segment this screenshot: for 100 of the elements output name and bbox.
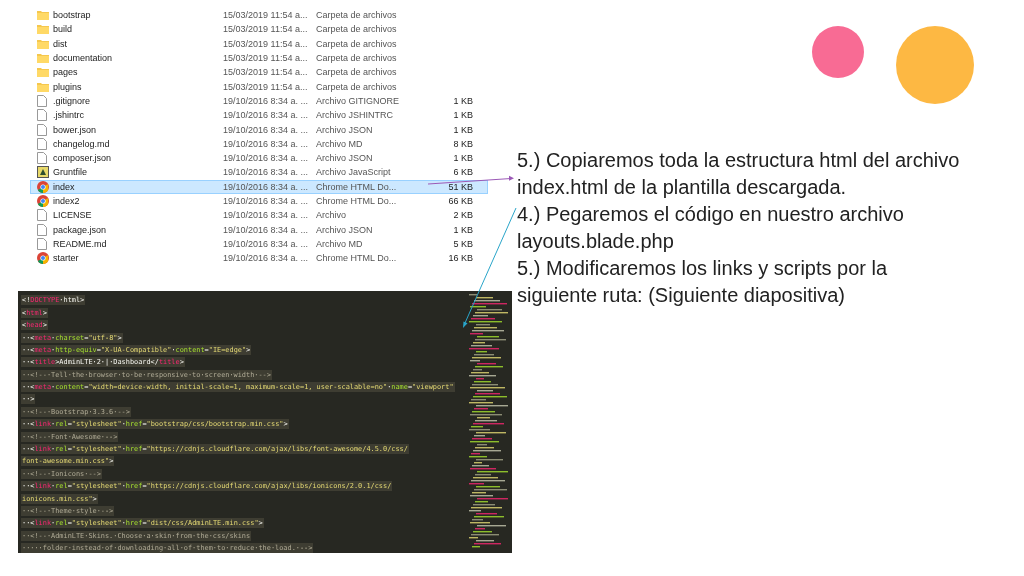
file-name: documentation (53, 53, 114, 64)
file-row[interactable]: starter 19/10/2016 8:34 a. ... Chrome HTML Do... 16 KB (30, 251, 488, 266)
file-row[interactable]: README.md 19/10/2016 8:34 a. ... Archivo MD 5 KB (30, 236, 488, 252)
file-date: 19/10/2016 8:34 a. ... (223, 138, 310, 149)
file-row[interactable]: .gitignore 19/10/2016 8:34 a. ... Archivo GITIGNORE 1 KB (30, 93, 488, 109)
file-size: 1 KB (452, 153, 473, 164)
file-row[interactable]: pages 15/03/2019 11:54 a... Carpeta de archivos (30, 65, 488, 80)
file-type: Carpeta de archivos (316, 38, 398, 49)
file-name: pages (53, 67, 79, 78)
file-type: Archivo GITIGNORE (316, 95, 400, 106)
file-name: bootstrap (53, 10, 92, 21)
file-row[interactable]: index2 19/10/2016 8:34 a. ... Chrome HTML Do... 66 KB (30, 193, 488, 209)
file-name: starter (53, 253, 80, 264)
file-type: Carpeta de archivos (316, 81, 398, 92)
file-size: 1 KB (452, 110, 473, 121)
file-size: 5 KB (452, 238, 473, 249)
file-type: Carpeta de archivos (316, 10, 398, 21)
file-date: 19/10/2016 8:34 a. ... (223, 253, 310, 264)
file-date: 19/10/2016 8:34 a. ... (223, 110, 310, 121)
file-date: 15/03/2019 11:54 a... (223, 10, 309, 21)
file-size: 2 KB (452, 210, 473, 221)
file-date: 19/10/2016 8:34 a. ... (223, 153, 310, 164)
file-row[interactable]: package.json 19/10/2016 8:34 a. ... Archivo JSON 1 KB (30, 222, 488, 237)
file-type: Chrome HTML Do... (316, 181, 398, 192)
file-icon (37, 223, 47, 236)
file-name: index (53, 181, 76, 192)
file-icon (37, 237, 47, 250)
file-date: 15/03/2019 11:54 a... (223, 67, 309, 78)
file-size: 1 KB (452, 124, 473, 135)
file-name: changelog.md (53, 138, 111, 149)
file-row[interactable]: changelog.md 19/10/2016 8:34 a. ... Archivo MD 8 KB (30, 136, 488, 151)
file-type: Archivo (316, 210, 347, 221)
file-icon (37, 94, 47, 107)
file-name: Gruntfile (53, 167, 88, 178)
file-size: 8 KB (452, 138, 473, 149)
file-icon (37, 209, 47, 222)
file-name: composer.json (53, 153, 113, 164)
browser-icon (37, 180, 49, 193)
file-name: package.json (53, 224, 108, 235)
folder-icon (37, 24, 49, 35)
file-type: Chrome HTML Do... (316, 253, 398, 264)
file-date: 19/10/2016 8:34 a. ... (223, 167, 310, 178)
file-row[interactable]: LICENSE 19/10/2016 8:34 a. ... Archivo 2 KB (30, 208, 488, 223)
file-row[interactable]: bootstrap 15/03/2019 11:54 a... Carpeta de archivos (30, 8, 488, 23)
file-name: .jshintrc (53, 110, 85, 121)
file-name: build (53, 24, 73, 35)
file-type: Archivo MD (316, 238, 364, 249)
file-icon (37, 123, 47, 136)
file-type: Carpeta de archivos (316, 67, 398, 78)
file-type: Archivo JSON (316, 153, 374, 164)
browser-icon (37, 195, 49, 207)
file-date: 15/03/2019 11:54 a... (223, 53, 309, 64)
file-date: 19/10/2016 8:34 a. ... (223, 95, 310, 106)
file-size: 1 KB (452, 95, 473, 106)
file-date: 15/03/2019 11:54 a... (223, 81, 309, 92)
file-row[interactable]: index 19/10/2016 8:34 a. ... Chrome HTML Do... 51 KB (30, 179, 488, 194)
file-icon (37, 152, 47, 165)
file-name: bower.json (53, 124, 98, 135)
file-type: Carpeta de archivos (316, 24, 398, 35)
instruction-text: 4.) Pegaremos el código en nuestro archivo layouts.blade.php (517, 202, 905, 254)
file-type: Archivo JSON (316, 224, 374, 235)
file-row[interactable]: build 15/03/2019 11:54 a... Carpeta de archivos (30, 22, 488, 37)
folder-icon (37, 81, 49, 92)
file-date: 19/10/2016 8:34 a. ... (223, 210, 310, 221)
folder-icon (37, 67, 49, 78)
file-name: LICENSE (53, 210, 93, 221)
file-row[interactable]: dist 15/03/2019 11:54 a... Carpeta de archivos (30, 36, 488, 51)
folder-icon (37, 10, 49, 21)
file-date: 19/10/2016 8:34 a. ... (223, 224, 310, 235)
file-name: index2 (53, 196, 81, 206)
file-icon (37, 137, 47, 150)
file-name: dist (53, 38, 68, 49)
file-row[interactable]: documentation 15/03/2019 11:54 a... Carpeta de archivos (30, 50, 488, 66)
folder-icon (37, 53, 49, 64)
script-file-icon (37, 166, 49, 179)
file-size: 6 KB (452, 167, 473, 178)
instruction-text: 5.) Copiaremos toda la estructura html del archivo index.html de la plantilla descargada. (517, 148, 961, 200)
file-row[interactable]: Gruntfile 19/10/2016 8:34 a. ... Archivo JavaScript 6 KB (30, 165, 488, 180)
file-size: 66 KB (447, 196, 473, 206)
file-type: Carpeta de archivos (316, 53, 398, 64)
file-row[interactable]: .jshintrc 19/10/2016 8:34 a. ... Archivo JSHINTRC 1 KB (30, 108, 488, 123)
file-name: README.md (53, 238, 108, 249)
file-type: Archivo JSHINTRC (316, 110, 394, 121)
file-date: 19/10/2016 8:34 a. ... (223, 196, 310, 206)
file-type: Archivo MD (316, 138, 364, 149)
file-size: 1 KB (452, 224, 473, 235)
file-type: Archivo JavaScript (316, 167, 392, 178)
browser-icon (37, 252, 49, 265)
file-type: Chrome HTML Do... (316, 196, 398, 206)
file-type: Archivo JSON (316, 124, 374, 135)
file-row[interactable]: plugins 15/03/2019 11:54 a... Carpeta de archivos (30, 79, 488, 94)
file-row[interactable]: bower.json 19/10/2016 8:34 a. ... Archivo JSON 1 KB (30, 122, 488, 137)
file-name: .gitignore (53, 95, 92, 106)
file-size: 51 KB (447, 181, 473, 192)
file-row[interactable]: composer.json 19/10/2016 8:34 a. ... Archivo JSON 1 KB (30, 150, 488, 166)
decorative-circle (812, 26, 864, 78)
instruction-text: 5.) Modificaremos los links y scripts por la siguiente ruta: (Siguiente diapositiva) (517, 256, 889, 308)
folder-icon (37, 38, 49, 49)
file-date: 19/10/2016 8:34 a. ... (223, 124, 310, 135)
file-date: 19/10/2016 8:34 a. ... (223, 238, 310, 249)
